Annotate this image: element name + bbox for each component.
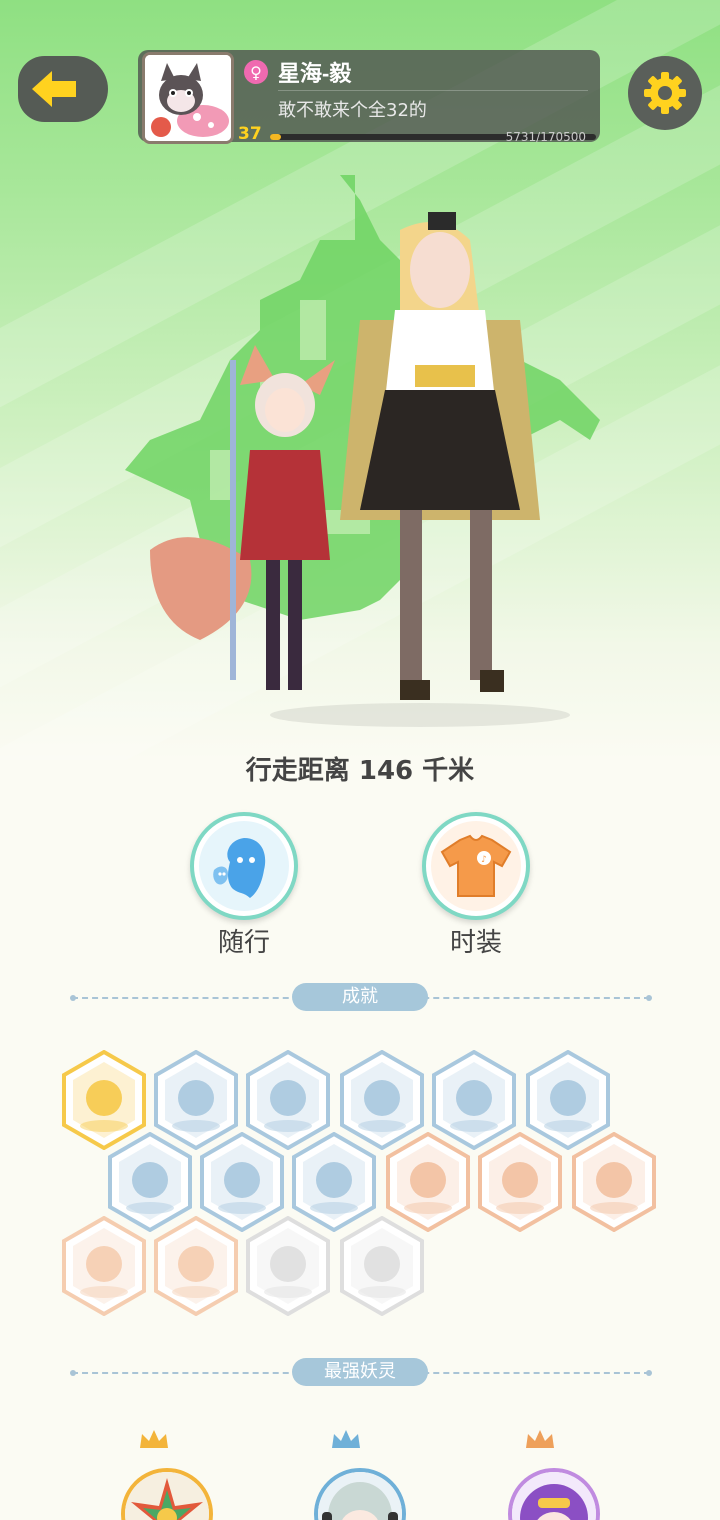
divider-dot <box>646 995 652 1001</box>
gold-crown-icon <box>138 1428 170 1450</box>
gear-icon <box>644 72 686 114</box>
walking-distance: 行走距离 146 千米 <box>245 756 475 786</box>
spirit-avatar-2[interactable] <box>314 1468 406 1520</box>
exp-text: 5731/170500 <box>505 130 586 144</box>
player-avatar[interactable] <box>142 52 234 144</box>
strongest-spirits-title: 最强妖灵 <box>292 1358 428 1386</box>
profile-divider <box>278 90 588 91</box>
player-name: 星海-毅 <box>278 61 352 86</box>
scroll-badge-icon[interactable] <box>570 1131 658 1233</box>
female-gender-icon: ♀ <box>244 60 268 84</box>
settings-button[interactable] <box>628 56 702 130</box>
companion-spirit-icon <box>213 838 266 898</box>
fashion-shirt-icon: ♪ <box>440 834 512 897</box>
spirit-avatar-1[interactable] <box>121 1468 213 1520</box>
demon-cat-badge-icon[interactable] <box>60 1215 148 1317</box>
svg-text:♪: ♪ <box>481 855 487 865</box>
blue-crown-icon <box>330 1428 362 1450</box>
fashion-button[interactable]: ♪ <box>422 812 530 920</box>
exp-progress-fill <box>270 134 281 140</box>
bronze-crown-icon <box>524 1428 556 1450</box>
cat-pair-badge-icon[interactable] <box>152 1215 240 1317</box>
profile-card: ♀ 星海-毅 敢不敢来个全32的 37 5731/170500 <box>138 50 600 144</box>
fox-girl-character <box>150 345 335 690</box>
divider-dot <box>646 1370 652 1376</box>
fashion-label: 时装 <box>449 928 502 958</box>
spirit-avatar-3[interactable] <box>508 1468 600 1520</box>
divider-dot <box>70 1370 76 1376</box>
companion-label: 随行 <box>217 928 270 958</box>
companion-button[interactable] <box>190 812 298 920</box>
fox-book-locked-badge-icon[interactable] <box>338 1215 426 1317</box>
player-level: 37 <box>238 124 262 144</box>
dragon-locked-badge-icon[interactable] <box>244 1215 332 1317</box>
tall-girl-character <box>340 212 540 700</box>
achievements-title: 成就 <box>292 983 428 1011</box>
player-motto: 敢不敢来个全32的 <box>278 100 427 121</box>
back-button[interactable] <box>18 56 108 122</box>
back-arrow-icon <box>32 71 76 107</box>
divider-dot <box>70 995 76 1001</box>
yin-yang-swirl-badge-icon[interactable] <box>476 1131 564 1233</box>
